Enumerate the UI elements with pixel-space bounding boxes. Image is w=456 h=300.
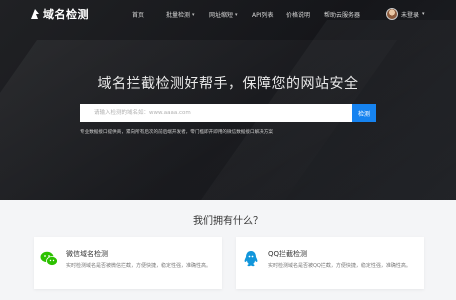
logo[interactable]: 域名检测 bbox=[30, 6, 89, 22]
card-title: 微信域名检测 bbox=[66, 250, 108, 258]
domain-search-input[interactable] bbox=[80, 104, 352, 122]
avatar bbox=[386, 8, 398, 20]
wechat-icon bbox=[40, 251, 58, 266]
hero-headline: 域名拦截检测好帮手，保障您的网站安全 bbox=[97, 76, 359, 92]
hero-tagline: 专业数据接口提供商，累向所有后次的前后端开发者，零门槛即开即用的微信数据接口解决… bbox=[80, 130, 273, 135]
nav-item-batch-check[interactable]: 批量检测 ▾ bbox=[166, 10, 209, 20]
user-menu[interactable]: 未登录 ▾ bbox=[386, 8, 425, 20]
search-bar: 检测 bbox=[80, 104, 376, 122]
hero-banner bbox=[0, 0, 456, 200]
card-description: 实时检测域名是否被QQ拦截，方便快捷，稳定性强，准确性高。 bbox=[268, 263, 411, 269]
nav-item-api-list[interactable]: API列表 bbox=[252, 10, 286, 19]
nav-item-home[interactable]: 首页 bbox=[132, 10, 166, 19]
card-description: 实时检测域名是否被微信拦截，方便快捷，稳定性强，准确性高。 bbox=[66, 263, 212, 269]
chevron-down-icon: ▾ bbox=[422, 11, 425, 17]
nav-item-pricing[interactable]: 价格说明 bbox=[286, 10, 324, 19]
logo-icon bbox=[31, 9, 39, 19]
nav-item-url-shortener[interactable]: 网址缩短 ▾ bbox=[209, 10, 252, 20]
features-title: 我们拥有什么？ bbox=[193, 216, 263, 227]
feature-card-wechat[interactable]: 微信域名检测 实时检测域名是否被微信拦截，方便快捷，稳定性强，准确性高。 bbox=[34, 237, 222, 289]
top-navbar: 域名检测 首页 批量检测 ▾ 网址缩短 ▾ API列表 价格说明 帮助云服务器 未登… bbox=[0, 0, 456, 28]
feature-card-qq[interactable]: QQ拦截检测 实时检测域名是否被QQ拦截，方便快捷，稳定性强，准确性高。 bbox=[236, 237, 424, 289]
qq-icon bbox=[244, 251, 258, 267]
check-button[interactable]: 检测 bbox=[352, 104, 376, 122]
nav-item-cloud-server[interactable]: 帮助云服务器 bbox=[324, 10, 374, 19]
chevron-down-icon: ▾ bbox=[192, 11, 195, 18]
logo-text: 域名检测 bbox=[43, 8, 89, 21]
chevron-down-icon: ▾ bbox=[235, 11, 238, 18]
nav-menu: 首页 批量检测 ▾ 网址缩短 ▾ API列表 价格说明 帮助云服务器 bbox=[132, 10, 374, 20]
card-title: QQ拦截检测 bbox=[268, 250, 308, 258]
user-name: 未登录 bbox=[401, 11, 420, 19]
